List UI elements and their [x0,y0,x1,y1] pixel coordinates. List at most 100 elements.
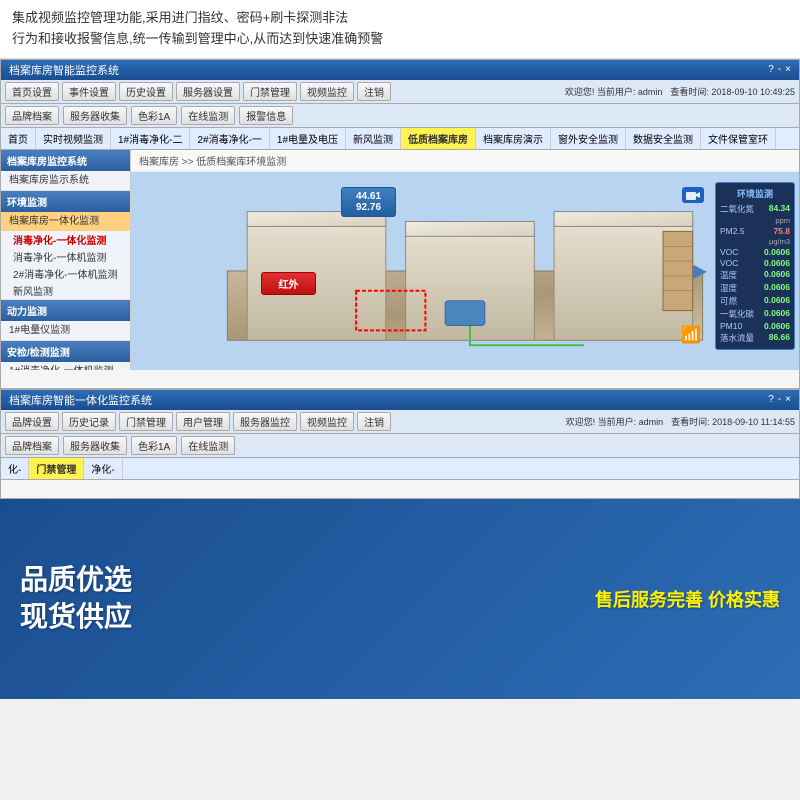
sidebar-title-security: 安检/检测监测 [1,341,130,362]
sidebar-section-security: 安检/检测监测 1#消毒净化-一体机监测 [1,341,130,370]
camera-icon-top [682,187,704,203]
env-row-pm25: PM2.5 75.8 [720,226,790,236]
sidebar-item-display[interactable]: 档案库房监示系统 [1,171,130,190]
tab-file-room[interactable]: 文件保管室环 [701,128,776,149]
btn-online-monitor2[interactable]: 在线监测 [181,436,235,455]
window1: 档案库房智能监控系统 ? - × 首页设置 事件设置 历史设置 服务器设置 门禁… [0,59,800,389]
help-btn[interactable]: ? [768,64,774,75]
tab-power[interactable]: 1#电量及电压 [270,128,346,149]
minimize-btn[interactable]: - [778,64,781,75]
sensor-infrared: 红外 [261,272,316,295]
promo-banner: 品质优选 现货供应 售后服务完善 价格实惠 [0,499,800,699]
btn-brand-archive1[interactable]: 品牌档案 [5,106,59,125]
btn-logout2[interactable]: 注销 [357,412,391,431]
tab-outdoor[interactable]: 窗外安全监测 [551,128,626,149]
env-row-co: 一氧化碳 0.0606 [720,308,790,320]
promo-left: 品质优选 现货供应 [20,562,132,635]
env-name-co: 一氧化碳 [720,308,754,320]
btn-event-settings[interactable]: 事件设置 [62,82,116,101]
titlebar1: 档案库房智能监控系统 ? - × [1,60,799,80]
toolbar-buttons1: 首页设置 事件设置 历史设置 服务器设置 门禁管理 视频监控 注销 [5,82,391,101]
user-info1: 欢迎您! 当前用户: admin 查看时间: 2018-09-10 10:49:… [565,85,795,98]
sensor-infrared-label: 红外 [267,276,310,291]
sensor-val-humidity: 92.76 [347,202,390,213]
minimize-btn2[interactable]: - [778,394,781,405]
sidebar-tree-ventilation[interactable]: 新风监测 [1,282,130,299]
tab-home[interactable]: 首页 [1,128,36,149]
sidebar-tree-disinfect1[interactable]: 消毒净化-一体机监测 [1,248,130,265]
env-ppm-co2: ppm [775,216,790,225]
btn-logout1[interactable]: 注销 [357,82,391,101]
toolbar1: 首页设置 事件设置 历史设置 服务器设置 门禁管理 视频监控 注销 欢迎您! 当… [1,80,799,104]
env-val-pm10: 0.0606 [764,321,790,331]
btn-brand-archive2[interactable]: 品牌档案 [5,436,59,455]
window1-title: 档案库房智能监控系统 [9,62,119,78]
sidebar-tree-integrated2[interactable]: 消毒净化-一体化监测 [1,231,130,248]
help-btn2[interactable]: ? [768,394,774,405]
tab-realtime-video[interactable]: 实时视频监测 [36,128,111,149]
close-btn2[interactable]: × [785,394,791,405]
env-row-voc2: VOC 0.0606 [720,258,790,268]
banner-line1: 集成视频监控管理功能,采用进门指纹、密码+刷卡探测非法 [12,8,788,29]
promo-right: 售后服务完善 价格实惠 [595,586,780,612]
env-name-water: 落水流量 [720,332,754,344]
btn-video2[interactable]: 视频监控 [300,412,354,431]
env-val-co: 0.0606 [764,308,790,320]
btn-history-settings[interactable]: 历史设置 [119,82,173,101]
main-content1: 档案库房 >> 低质档案库环境监测 [131,150,799,370]
env-val-voc2: 0.0606 [764,258,790,268]
titlebar2: 档案库房智能一体化监控系统 ? - × [1,390,799,410]
btn-brand-settings2[interactable]: 品牌设置 [5,412,59,431]
btn-server-collect2[interactable]: 服务器收集 [63,436,127,455]
sensor-temp-humidity: 44.61 92.76 [341,187,396,217]
tab-disinfect2[interactable]: 2#消毒净化-一 [190,128,269,149]
btn-alarm-info1[interactable]: 报警信息 [239,106,293,125]
btn-server-settings[interactable]: 服务器设置 [176,82,240,101]
breadcrumb1: 档案库房 >> 低质档案库环境监测 [131,150,799,172]
sidebar-item-security[interactable]: 1#消毒净化-一体机监测 [1,362,130,370]
env-val-water: 86.66 [769,332,790,344]
wifi-sensor-icon: 📶 [681,325,701,345]
env-name-co2: 二氧化氮 [720,203,754,215]
promo-line1: 品质优选 [20,562,132,598]
env-row-humidity: 湿度 0.0606 [720,282,790,294]
sidebar-tree-disinfect2[interactable]: 2#消毒净化-一体机监测 [1,265,130,282]
btn-server-collect1[interactable]: 服务器收集 [63,106,127,125]
env-row-pm10: PM10 0.0606 [720,321,790,331]
btn-color2[interactable]: 色彩1A [131,436,177,455]
btn-history2[interactable]: 历史记录 [62,412,116,431]
sidebar-section-env: 环境监测 档案库房一体化监测 消毒净化-一体化监测 消毒净化-一体机监测 2#消… [1,191,130,300]
tab-data-security[interactable]: 数据安全监测 [626,128,701,149]
btn-door-management[interactable]: 门禁管理 [243,82,297,101]
sidebar-item-integrated[interactable]: 档案库房一体化监测 [1,212,130,231]
promo-line2: 现货供应 [20,599,132,635]
env-val-temp: 0.0606 [764,269,790,281]
promo-right1: 售后服务完善 价格实惠 [595,586,780,612]
env-val-humidity: 0.0606 [764,282,790,294]
close-btn[interactable]: × [785,64,791,75]
tab2-door-mgmt[interactable]: 门禁管理 [29,458,84,479]
btn-server-monitor2[interactable]: 服务器监控 [233,412,297,431]
tab-archive-demo[interactable]: 档案库房演示 [476,128,551,149]
env-unit-pm25: μg/m3 [769,237,790,246]
btn-online-monitor1[interactable]: 在线监测 [181,106,235,125]
nav-arrow-right[interactable]: ▶ [693,260,707,281]
tab2-partial1[interactable]: 化- [1,458,29,479]
env-row-co2: 二氧化氮 84.34 [720,203,790,215]
sidebar-title-archive: 档案库房监控系统 [1,150,130,171]
sidebar-item-power[interactable]: 1#电量仪监测 [1,321,130,340]
btn-user-mgmt2[interactable]: 用户管理 [176,412,230,431]
tab-lowquality[interactable]: 低质档案库房 [401,128,476,149]
btn-home-settings[interactable]: 首页设置 [5,82,59,101]
btn-color1[interactable]: 色彩1A [131,106,177,125]
nav-tabs1: 首页 实时视频监测 1#消毒净化-二 2#消毒净化-一 1#电量及电压 新风监测… [1,128,799,150]
tab-ventilation[interactable]: 新风监测 [346,128,401,149]
second-toolbar2: 品牌档案 服务器收集 色彩1A 在线监测 [1,434,799,458]
env-panel: 环境监测 二氧化氮 84.34 ppm PM2.5 75.8 μg/m3 [715,182,795,350]
tab2-partial2[interactable]: 净化- [84,458,122,479]
tab-disinfect1[interactable]: 1#消毒净化-二 [111,128,190,149]
btn-video-monitoring[interactable]: 视频监控 [300,82,354,101]
user-label2: 欢迎您! 当前用户: admin [566,415,664,428]
toolbar-buttons2: 品牌设置 历史记录 门禁管理 用户管理 服务器监控 视频监控 注销 [5,412,391,431]
btn-door-mgmt2[interactable]: 门禁管理 [119,412,173,431]
